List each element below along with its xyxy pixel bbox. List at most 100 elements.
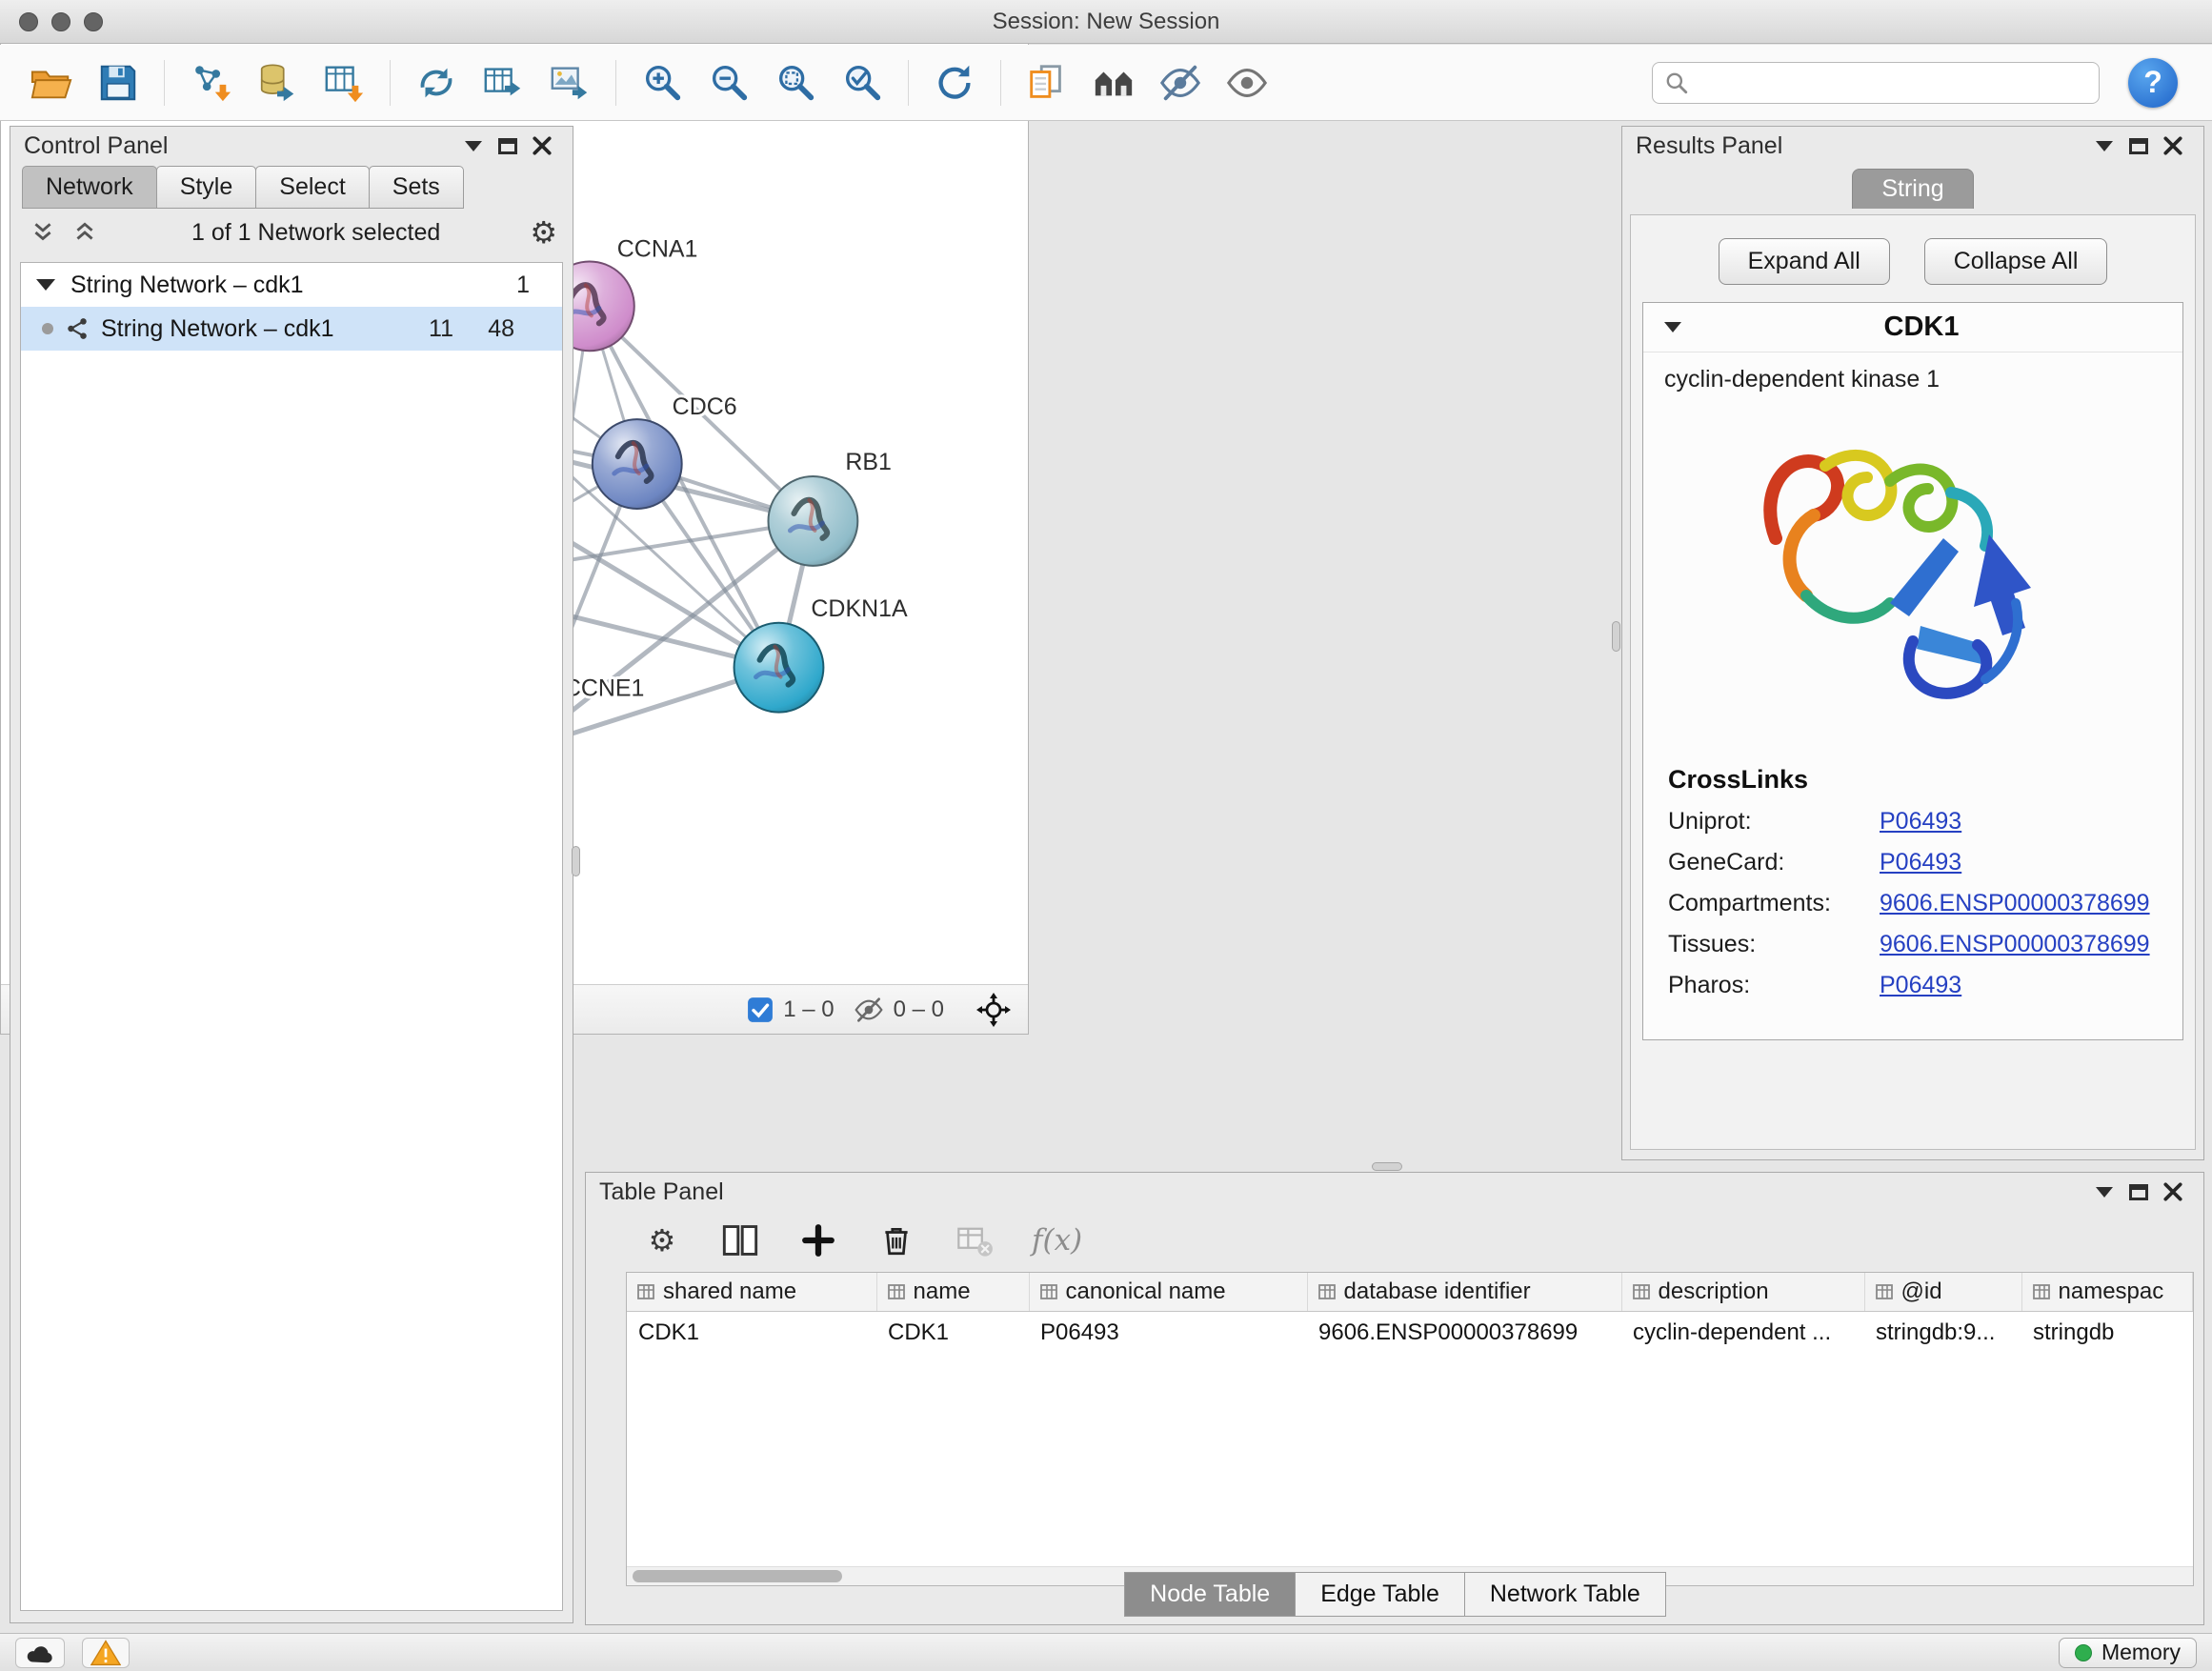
network-options-button[interactable]: ⚙ — [530, 217, 557, 248]
expand-all-button[interactable] — [68, 218, 102, 247]
network-node-cdc6[interactable]: CDC6 — [593, 393, 737, 509]
left-splitter-handle[interactable] — [572, 846, 580, 876]
tab-node-table[interactable]: Node Table — [1124, 1572, 1296, 1617]
warnings-button[interactable] — [82, 1638, 130, 1668]
delete-column-button[interactable] — [875, 1219, 917, 1261]
string-results-body: Expand All Collapse All CDK1 cyclin-depe… — [1630, 214, 2196, 1150]
zoom-selected-button[interactable] — [832, 53, 893, 112]
show-columns-button[interactable] — [719, 1219, 761, 1261]
save-session-button[interactable] — [88, 53, 149, 112]
crosslink-row: Pharos: P06493 — [1668, 972, 2158, 999]
crosslink-link[interactable]: P06493 — [1880, 849, 1961, 876]
crosslink-label: Tissues: — [1668, 931, 1880, 958]
column-header[interactable]: canonical name — [1029, 1273, 1307, 1312]
column-header[interactable]: name — [876, 1273, 1029, 1312]
hide-selected-button[interactable] — [1150, 53, 1211, 112]
tab-edge-table[interactable]: Edge Table — [1295, 1572, 1465, 1617]
image-export-icon — [548, 61, 592, 105]
hidden-nodes-indicator[interactable]: 0 – 0 — [854, 995, 944, 1025]
column-header[interactable]: @id — [1864, 1273, 2021, 1312]
annotations-button[interactable] — [1016, 53, 1077, 112]
protein-section-header[interactable]: CDK1 — [1643, 303, 2182, 352]
trash-icon — [878, 1222, 915, 1258]
table-cell[interactable]: P06493 — [1029, 1312, 1307, 1355]
network-node-cdkn1a[interactable]: CDKN1A — [734, 595, 908, 713]
panel-close-button[interactable] — [525, 131, 559, 160]
table-cell[interactable]: cyclin-dependent ... — [1621, 1312, 1864, 1355]
tree-expand-icon[interactable] — [36, 279, 55, 291]
column-header[interactable]: database identifier — [1307, 1273, 1621, 1312]
function-builder-button[interactable]: f(x) — [1032, 1223, 1082, 1258]
panel-close-button[interactable] — [2156, 1178, 2190, 1206]
selected-nodes-indicator[interactable]: 1 – 0 — [747, 997, 834, 1023]
table-cell[interactable]: 9606.ENSP00000378699 — [1307, 1312, 1621, 1355]
column-header[interactable]: namespac — [2021, 1273, 2193, 1312]
panel-menu-button[interactable] — [2087, 131, 2122, 160]
memory-label: Memory — [2101, 1640, 2181, 1665]
apply-layout-button[interactable] — [924, 53, 985, 112]
import-network-file-button[interactable] — [180, 53, 241, 112]
right-splitter-handle[interactable] — [1612, 621, 1620, 652]
bottom-splitter-handle[interactable] — [1372, 1162, 1402, 1171]
maximize-window-button[interactable] — [84, 12, 103, 31]
tab-select[interactable]: Select — [255, 166, 369, 209]
crosshair-icon — [976, 993, 1011, 1027]
panel-close-button[interactable] — [2156, 131, 2190, 160]
birdseye-button[interactable] — [1083, 53, 1144, 112]
tab-style[interactable]: Style — [156, 166, 257, 209]
import-table-button[interactable] — [313, 53, 374, 112]
crosslink-link[interactable]: P06493 — [1880, 972, 1961, 999]
table-cell[interactable]: CDK1 — [876, 1312, 1029, 1355]
import-network-database-button[interactable] — [247, 53, 308, 112]
collapse-all-button[interactable] — [26, 218, 60, 247]
panel-float-button[interactable] — [491, 131, 525, 160]
export-table-button[interactable] — [473, 53, 533, 112]
column-header[interactable]: shared name — [627, 1273, 876, 1312]
export-image-button[interactable] — [539, 53, 600, 112]
crosslink-link[interactable]: 9606.ENSP00000378699 — [1880, 931, 2150, 958]
expand-all-button[interactable]: Expand All — [1719, 238, 1890, 285]
results-panel-title: Results Panel — [1636, 132, 1782, 160]
network-node-rb1[interactable]: RB1 — [769, 449, 892, 566]
close-window-button[interactable] — [19, 12, 38, 31]
show-all-button[interactable] — [1217, 53, 1277, 112]
table-panel-header: Table Panel — [586, 1173, 2203, 1211]
pan-mode-button[interactable] — [976, 996, 1011, 1024]
crosslink-row: Uniprot: P06493 — [1668, 808, 2158, 836]
search-input[interactable] — [1697, 70, 2087, 96]
panel-menu-button[interactable] — [456, 131, 491, 160]
zoom-fit-button[interactable] — [765, 53, 826, 112]
add-column-button[interactable] — [797, 1219, 839, 1261]
crosslink-label: Uniprot: — [1668, 808, 1880, 836]
help-button[interactable]: ? — [2128, 58, 2178, 108]
memory-button[interactable]: Memory — [2059, 1638, 2197, 1668]
crosslink-link[interactable]: P06493 — [1880, 808, 1961, 836]
panel-float-button[interactable] — [2122, 131, 2156, 160]
table-row[interactable]: CDK1 CDK1 P06493 9606.ENSP00000378699 cy… — [627, 1312, 2193, 1355]
table-cell[interactable]: stringdb — [2021, 1312, 2193, 1355]
zoom-in-button[interactable] — [632, 53, 693, 112]
table-cell[interactable]: stringdb:9... — [1864, 1312, 2021, 1355]
crosslink-link[interactable]: 9606.ENSP00000378699 — [1880, 890, 2150, 917]
open-session-button[interactable] — [21, 53, 82, 112]
tab-string[interactable]: String — [1852, 169, 1973, 209]
panel-menu-button[interactable] — [2087, 1178, 2122, 1206]
panel-float-button[interactable] — [2122, 1178, 2156, 1206]
crosslink-row: GeneCard: P06493 — [1668, 849, 2158, 876]
tab-sets[interactable]: Sets — [369, 166, 464, 209]
zoom-out-button[interactable] — [698, 53, 759, 112]
crosslink-label: GeneCard: — [1668, 849, 1880, 876]
table-cell[interactable]: CDK1 — [627, 1312, 876, 1355]
tab-network-table[interactable]: Network Table — [1464, 1572, 1666, 1617]
cloud-status-button[interactable] — [15, 1638, 65, 1668]
network-collection-row[interactable]: String Network – cdk1 1 — [21, 263, 562, 307]
collapse-all-button[interactable]: Collapse All — [1924, 238, 2108, 285]
network-collection-count: 1 — [516, 272, 551, 299]
double-chevron-up-icon — [72, 220, 97, 245]
clone-network-button[interactable] — [406, 53, 467, 112]
tab-network[interactable]: Network — [22, 166, 157, 209]
network-row[interactable]: String Network – cdk1 11 48 — [21, 307, 562, 351]
column-header[interactable]: description — [1621, 1273, 1864, 1312]
minimize-window-button[interactable] — [51, 12, 70, 31]
table-options-button[interactable]: ⚙ — [641, 1219, 683, 1261]
